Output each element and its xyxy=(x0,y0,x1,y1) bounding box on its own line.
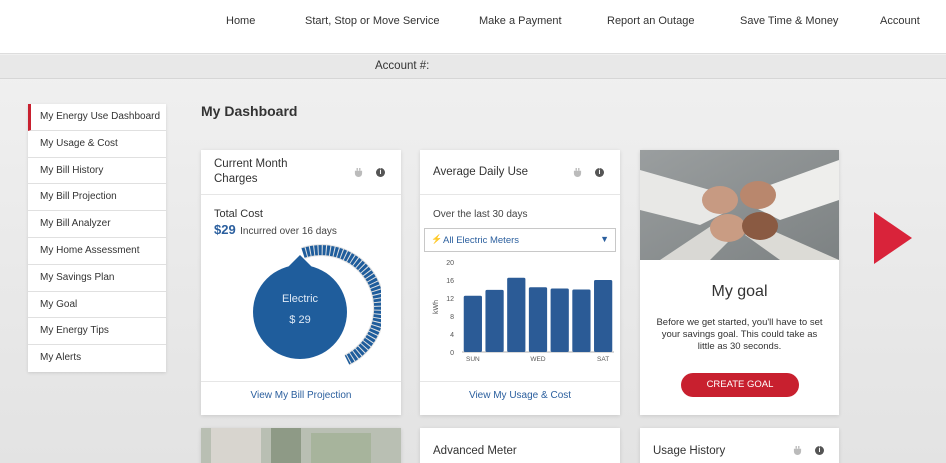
sidebar-item-home-assessment[interactable]: My Home Assessment xyxy=(28,238,166,265)
card-footer-divider xyxy=(420,381,620,382)
view-bill-projection-link[interactable]: View My Bill Projection xyxy=(201,390,401,401)
nav-make-payment[interactable]: Make a Payment xyxy=(479,15,562,27)
sidebar-item-bill-history[interactable]: My Bill History xyxy=(28,158,166,185)
plug-icon[interactable] xyxy=(793,446,802,455)
view-usage-cost-link[interactable]: View My Usage & Cost xyxy=(420,390,620,401)
card-title-line2: Charges xyxy=(214,173,258,185)
carousel-next-arrow[interactable] xyxy=(874,212,912,264)
sidebar-item-energy-use-dashboard[interactable]: My Energy Use Dashboard xyxy=(28,104,166,131)
x-tick-label: SAT xyxy=(597,356,609,363)
x-tick-label: SUN xyxy=(466,356,480,363)
chart-bar xyxy=(463,295,482,352)
lightning-icon: ⚡ xyxy=(431,234,443,244)
card-title-line1: Current Month xyxy=(214,158,288,170)
chart-bar xyxy=(528,287,548,352)
nav-home[interactable]: Home xyxy=(226,15,255,27)
sidebar-item-energy-tips[interactable]: My Energy Tips xyxy=(28,318,166,346)
plug-icon[interactable] xyxy=(354,168,363,177)
account-number-label: Account #: xyxy=(375,60,430,72)
y-tick-label: 4 xyxy=(450,332,454,339)
advanced-meter-card: Advanced Meter xyxy=(420,428,620,463)
y-tick-label: 12 xyxy=(446,296,454,303)
y-tick-label: 20 xyxy=(446,260,454,267)
sidebar-item-savings-plan[interactable]: My Savings Plan xyxy=(28,265,166,292)
x-tick-label: WED xyxy=(530,356,545,363)
total-cost-label: Total Cost xyxy=(214,208,263,220)
team-fists-photo xyxy=(640,150,839,260)
sidebar-item-alerts[interactable]: My Alerts xyxy=(28,345,166,372)
daily-use-bar-chart: 0 4 8 12 16 20 kWh SUN WED SAT xyxy=(433,260,614,363)
sidebar: My Energy Use Dashboard My Usage & Cost … xyxy=(28,104,166,372)
current-month-charges-card: Current Month Charges i Total Cost $29 I… xyxy=(201,150,401,415)
nav-report-outage[interactable]: Report an Outage xyxy=(607,15,694,27)
top-navigation: Home Start, Stop or Move Service Make a … xyxy=(0,0,946,54)
gauge-value: $ 29 xyxy=(289,314,311,326)
goal-description: Before we get started, you'll have to se… xyxy=(656,317,823,352)
usage-period-text: Over the last 30 days xyxy=(433,209,528,220)
y-tick-label: 8 xyxy=(450,314,454,321)
info-icon[interactable]: i xyxy=(595,168,604,177)
card-title: Current Month Charges xyxy=(214,157,288,187)
total-cost-amount: $29 xyxy=(214,222,236,237)
promo-photo xyxy=(201,428,401,463)
sidebar-item-usage-cost[interactable]: My Usage & Cost xyxy=(28,131,166,158)
info-icon[interactable]: i xyxy=(376,168,385,177)
meter-select-dropdown[interactable]: ⚡ All Electric Meters ▼ xyxy=(424,228,616,252)
y-axis-label: kWh xyxy=(433,300,440,314)
card-title: Usage History xyxy=(653,445,726,457)
create-goal-button[interactable]: CREATE GOAL xyxy=(681,373,799,397)
chart-bar xyxy=(572,289,591,352)
card-divider xyxy=(201,194,401,195)
nav-save-time-money[interactable]: Save Time & Money xyxy=(740,15,838,27)
sidebar-item-bill-projection[interactable]: My Bill Projection xyxy=(28,184,166,212)
card-footer-divider xyxy=(201,381,401,382)
plug-icon[interactable] xyxy=(573,168,582,177)
chart-bar xyxy=(550,288,569,352)
chart-bar xyxy=(485,289,504,352)
y-tick-label: 16 xyxy=(446,278,454,285)
chevron-down-icon: ▼ xyxy=(600,234,609,244)
account-bar: Account #: xyxy=(0,55,946,79)
bottom-photo-card xyxy=(201,428,401,463)
info-icon[interactable]: i xyxy=(815,446,824,455)
sidebar-item-goal[interactable]: My Goal xyxy=(28,292,166,319)
my-goal-card: My goal Before we get started, you'll ha… xyxy=(640,150,839,415)
incurred-days-text: Incurred over 16 days xyxy=(240,226,337,237)
chart-bar xyxy=(507,277,526,352)
average-daily-use-card: Average Daily Use i Over the last 30 day… xyxy=(420,150,620,415)
nav-start-stop-move[interactable]: Start, Stop or Move Service xyxy=(305,15,440,27)
chart-bar xyxy=(594,280,613,352)
total-cost-row: $29 Incurred over 16 days xyxy=(214,221,337,239)
card-title: Advanced Meter xyxy=(433,445,517,457)
nav-account[interactable]: Account xyxy=(880,15,920,27)
electric-cost-gauge xyxy=(253,244,381,366)
card-title: Average Daily Use xyxy=(433,166,529,178)
y-tick-label: 0 xyxy=(450,350,454,357)
page-title: My Dashboard xyxy=(201,103,298,119)
sidebar-item-bill-analyzer[interactable]: My Bill Analyzer xyxy=(28,211,166,238)
usage-history-card: Usage History i xyxy=(640,428,839,463)
dropdown-value: All Electric Meters xyxy=(443,235,520,246)
goal-title: My goal xyxy=(711,283,768,300)
gauge-label: Electric xyxy=(281,293,319,305)
card-divider xyxy=(420,194,620,195)
